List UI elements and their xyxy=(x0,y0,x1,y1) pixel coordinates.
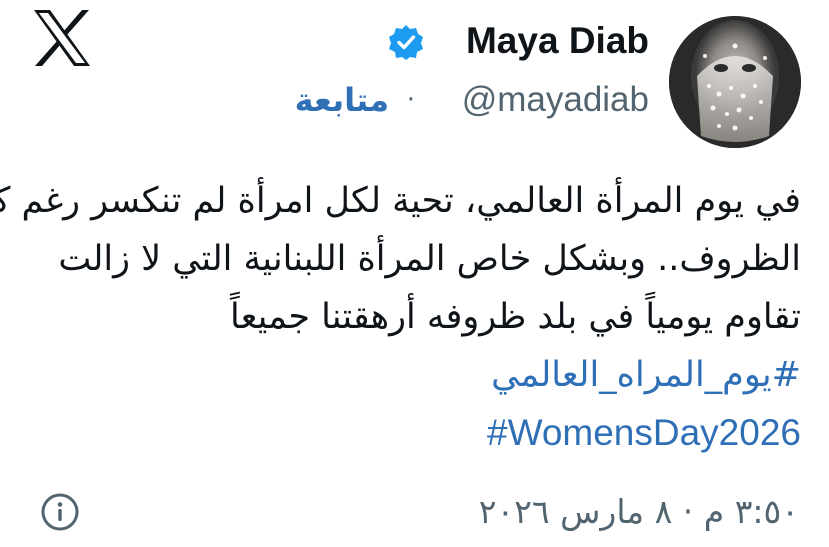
x-logo-icon[interactable] xyxy=(30,6,94,70)
tweet-timestamp[interactable]: ٣:٥٠ م · ٨ مارس ٢٠٢٦ xyxy=(479,490,799,534)
hashtag-link-arabic[interactable]: #يوم_المراه_العالمي xyxy=(11,346,801,404)
verified-badge-icon xyxy=(389,25,423,60)
tweet-line: الظروف.. وبشكل خاص المرأة اللبنانية التي… xyxy=(58,239,801,279)
info-icon[interactable] xyxy=(40,492,80,532)
tweet-line: تقاوم يومياً في بلد ظروفه أرهقتنا جميعاً xyxy=(230,297,801,337)
tweet-text: في يوم المرأة العالمي، تحية لكل امرأة لم… xyxy=(0,172,801,462)
hashtag-link-womensday[interactable]: #WomensDay2026 xyxy=(11,404,801,462)
user-handle[interactable]: @mayadiab xyxy=(462,78,649,122)
separator-dot: · xyxy=(406,85,415,115)
tweet-line: في يوم المرأة العالمي، تحية لكل امرأة لم… xyxy=(0,181,801,221)
avatar[interactable] xyxy=(669,16,801,148)
avatar-image xyxy=(669,16,801,148)
follow-button[interactable]: متابعة xyxy=(295,78,389,122)
display-name[interactable]: Maya Diab xyxy=(466,18,649,64)
